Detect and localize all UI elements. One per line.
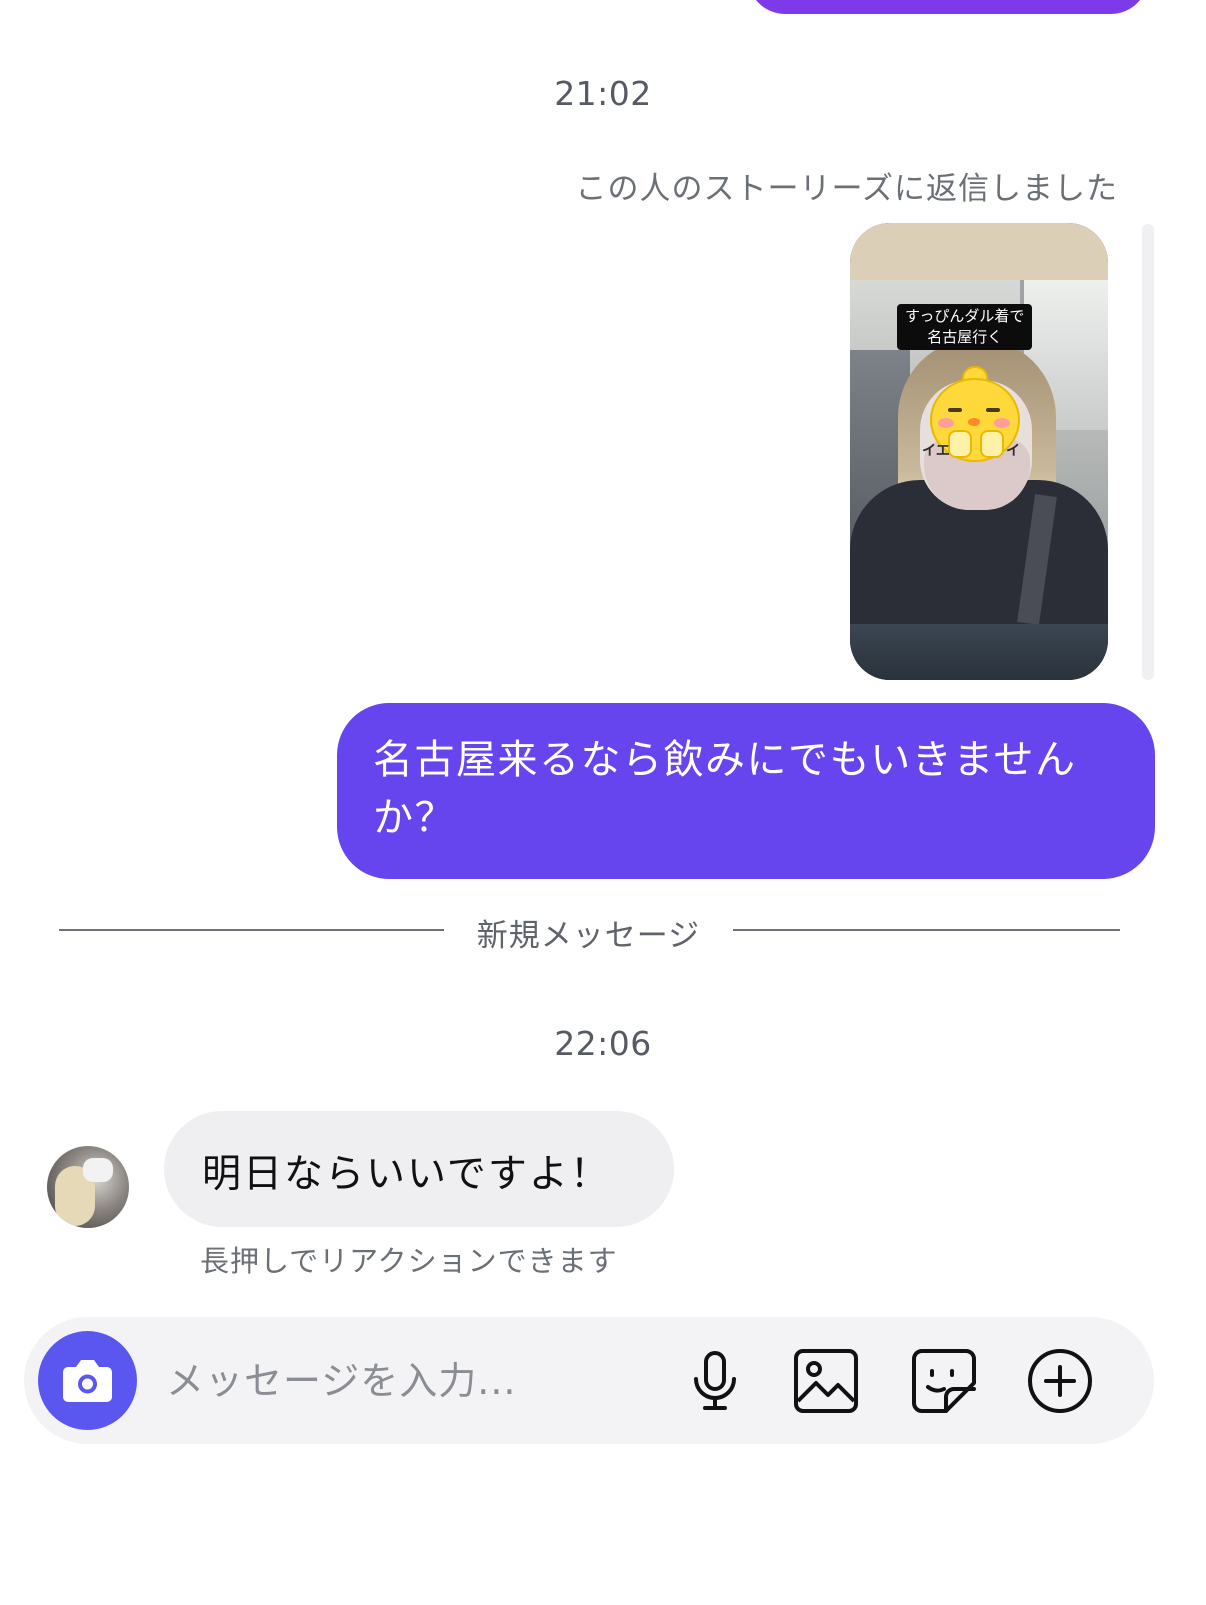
chick-cheek xyxy=(938,418,954,428)
received-message-text: 明日ならいいですよ！ xyxy=(202,1152,611,1197)
chick-cheek xyxy=(994,418,1010,428)
divider-line xyxy=(733,929,1120,931)
chick-eye xyxy=(986,408,1000,412)
microphone-icon xyxy=(694,1351,736,1410)
camera-icon xyxy=(63,1360,112,1402)
scrollbar[interactable] xyxy=(1142,224,1154,680)
chick-eye xyxy=(948,408,962,412)
received-message-bubble[interactable]: 明日ならいいですよ！ xyxy=(164,1111,674,1227)
chick-beak xyxy=(968,418,980,426)
chick-peace-hand xyxy=(948,430,972,458)
microphone-button[interactable] xyxy=(679,1345,751,1417)
story-thumbnail[interactable]: イエ イ すっぴんダル着で 名古屋行く xyxy=(850,223,1108,680)
image-button[interactable] xyxy=(790,1345,862,1417)
story-top-band xyxy=(850,223,1108,280)
reaction-hint: 長押しでリアクションできます xyxy=(200,1244,618,1278)
sent-message-bubble[interactable]: 名古屋来るなら飲みにでもいきませんか？ xyxy=(337,703,1155,879)
story-bottom-band xyxy=(850,624,1108,680)
plus-circle-icon xyxy=(1028,1349,1092,1413)
message-input[interactable] xyxy=(166,1352,666,1410)
sticker-text: イエ xyxy=(922,443,950,459)
story-text-overlay: すっぴんダル着で 名古屋行く xyxy=(897,304,1033,350)
story-photo: イエ イ すっぴんダル着で 名古屋行く xyxy=(850,280,1108,624)
timestamp: 22:06 xyxy=(554,1024,652,1063)
chick-peace-hand xyxy=(980,430,1004,458)
divider-line xyxy=(59,929,444,931)
sticker-text: イ xyxy=(1006,443,1020,459)
sticker-button[interactable] xyxy=(908,1345,980,1417)
avatar[interactable] xyxy=(47,1146,129,1228)
new-messages-divider: 新規メッセージ xyxy=(476,918,701,954)
sticker-icon xyxy=(912,1349,976,1413)
previous-sent-bubble[interactable] xyxy=(748,0,1148,14)
story-reply-caption: この人のストーリーズに返信しました xyxy=(575,171,1118,207)
timestamp: 21:02 xyxy=(554,74,652,113)
sent-message-text: 名古屋来るなら飲みにでもいきませんか？ xyxy=(373,737,1077,841)
image-icon xyxy=(794,1349,858,1413)
avatar-mask xyxy=(83,1158,113,1182)
more-button[interactable] xyxy=(1024,1345,1096,1417)
camera-button[interactable] xyxy=(38,1331,137,1430)
